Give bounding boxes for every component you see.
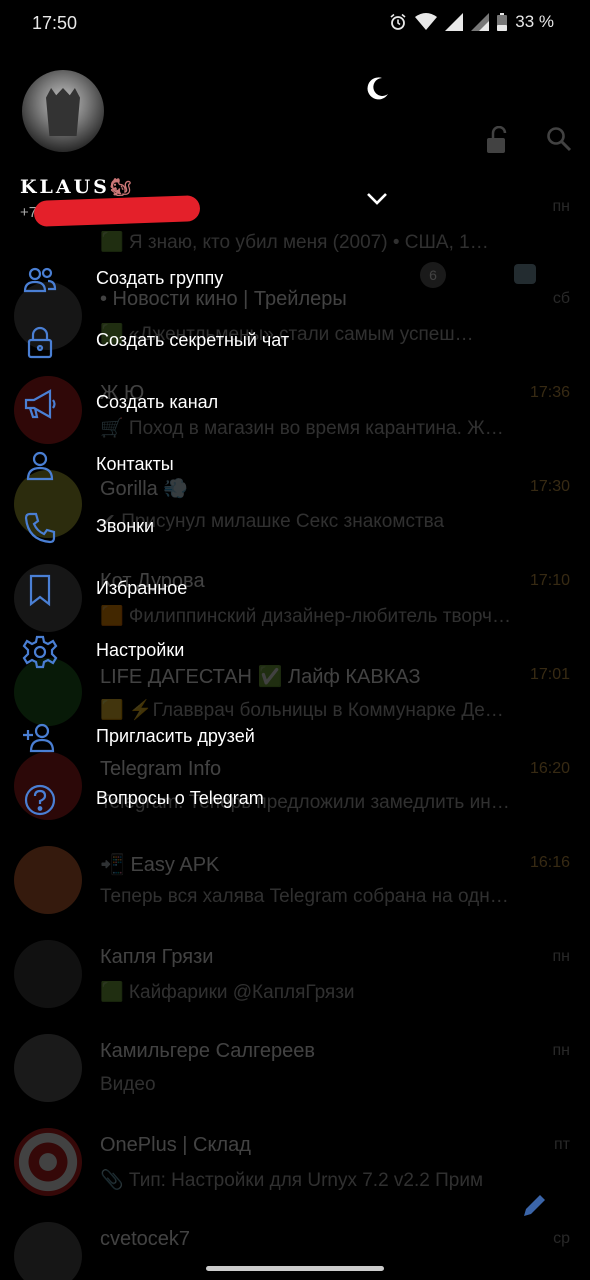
signal-icon bbox=[445, 13, 464, 31]
menu-item-label: Настройки bbox=[96, 640, 185, 660]
list-item: Капля Грязи 🟩 Кайфарики @КапляГрязи пн bbox=[0, 928, 590, 1022]
chat-name: OnePlus | Склад bbox=[100, 1134, 251, 1156]
navigation-drawer: KLAUS🐿 +7 ( Создать группу Создать секре… bbox=[0, 0, 590, 830]
chat-message: 🟩 Кайфарики @КапляГрязи bbox=[100, 982, 355, 1003]
chat-name: cvetocek7 bbox=[100, 1228, 191, 1250]
list-item: 📲 Easy APK Теперь вся халява Telegram со… bbox=[0, 834, 590, 928]
list-item: Камильгере Салгереев Видео пн bbox=[0, 1022, 590, 1116]
chat-time: пн bbox=[552, 948, 571, 965]
add-user-icon bbox=[22, 720, 58, 756]
redaction-mark bbox=[33, 195, 201, 227]
lock-icon bbox=[22, 324, 58, 360]
avatar bbox=[14, 1128, 82, 1196]
menu-item-new-group[interactable]: Создать группу bbox=[0, 248, 590, 310]
user-name-text: KLAUS bbox=[20, 176, 110, 198]
menu-item-secret-chat[interactable]: Создать секретный чат bbox=[0, 310, 590, 372]
gear-icon bbox=[22, 634, 58, 670]
avatar bbox=[14, 1034, 82, 1102]
chat-time: пн bbox=[552, 1042, 571, 1059]
signal-icon bbox=[471, 13, 490, 31]
bookmark-icon bbox=[22, 572, 58, 608]
help-icon bbox=[22, 782, 58, 818]
avatar bbox=[14, 846, 82, 914]
chat-message: 📎 Тип: Настройки для Urnyx 7.2 v2.2 Прим bbox=[100, 1170, 484, 1191]
throne-image bbox=[46, 88, 80, 136]
group-icon bbox=[22, 262, 58, 298]
user-emoji: 🐿 bbox=[109, 178, 132, 198]
chevron-down-icon[interactable] bbox=[366, 192, 388, 211]
menu-item-label: Создать секретный чат bbox=[96, 330, 290, 350]
menu-item-contacts[interactable]: Контакты bbox=[0, 434, 590, 496]
chat-name: 📲 Easy APK bbox=[100, 854, 220, 876]
menu-item-label: Создать группу bbox=[96, 268, 224, 288]
menu-item-telegram-faq[interactable]: Вопросы о Telegram bbox=[0, 768, 590, 830]
status-time: 17:50 bbox=[32, 13, 78, 33]
menu-item-calls[interactable]: Звонки bbox=[0, 496, 590, 558]
status-bar: 17:50 33 % bbox=[0, 0, 590, 46]
chat-time: 16:16 bbox=[529, 854, 570, 871]
contact-icon bbox=[22, 448, 58, 484]
status-icons: 33 % bbox=[389, 12, 554, 32]
phone-icon bbox=[22, 510, 58, 546]
pencil-icon[interactable] bbox=[520, 1190, 550, 1225]
menu-item-new-channel[interactable]: Создать канал bbox=[0, 372, 590, 434]
battery-icon bbox=[497, 13, 508, 31]
chat-time: ср bbox=[553, 1230, 570, 1247]
battery-percent: 33 % bbox=[515, 12, 554, 31]
menu-item-label: Звонки bbox=[96, 516, 155, 536]
menu-item-invite-friends[interactable]: Пригласить друзей bbox=[0, 706, 590, 768]
menu-item-label: Контакты bbox=[96, 454, 174, 474]
chat-name: Камильгере Салгереев bbox=[100, 1040, 315, 1062]
wifi-icon bbox=[415, 13, 438, 31]
menu-item-label: Создать канал bbox=[96, 392, 219, 412]
menu-item-label: Избранное bbox=[96, 578, 188, 598]
chat-message: Видео bbox=[100, 1074, 156, 1095]
alarm-icon bbox=[389, 13, 407, 31]
moon-icon[interactable] bbox=[364, 76, 390, 107]
chat-time: пт bbox=[554, 1136, 570, 1153]
user-name: KLAUS🐿 bbox=[20, 176, 132, 198]
menu-item-label: Пригласить друзей bbox=[96, 726, 255, 746]
drawer-header: KLAUS🐿 +7 ( bbox=[0, 46, 590, 232]
list-item: OnePlus | Склад 📎 Тип: Настройки для Urn… bbox=[0, 1116, 590, 1210]
menu-item-saved[interactable]: Избранное bbox=[0, 558, 590, 620]
menu-item-settings[interactable]: Настройки bbox=[0, 620, 590, 682]
avatar[interactable] bbox=[22, 70, 104, 152]
megaphone-icon bbox=[22, 386, 58, 422]
avatar bbox=[14, 940, 82, 1008]
chat-name: Капля Грязи bbox=[100, 946, 214, 968]
gesture-bar[interactable] bbox=[206, 1266, 384, 1271]
menu-item-label: Вопросы о Telegram bbox=[96, 788, 264, 808]
avatar bbox=[14, 1222, 82, 1280]
chat-message: Теперь вся халява Telegram собрана на од… bbox=[100, 886, 509, 907]
